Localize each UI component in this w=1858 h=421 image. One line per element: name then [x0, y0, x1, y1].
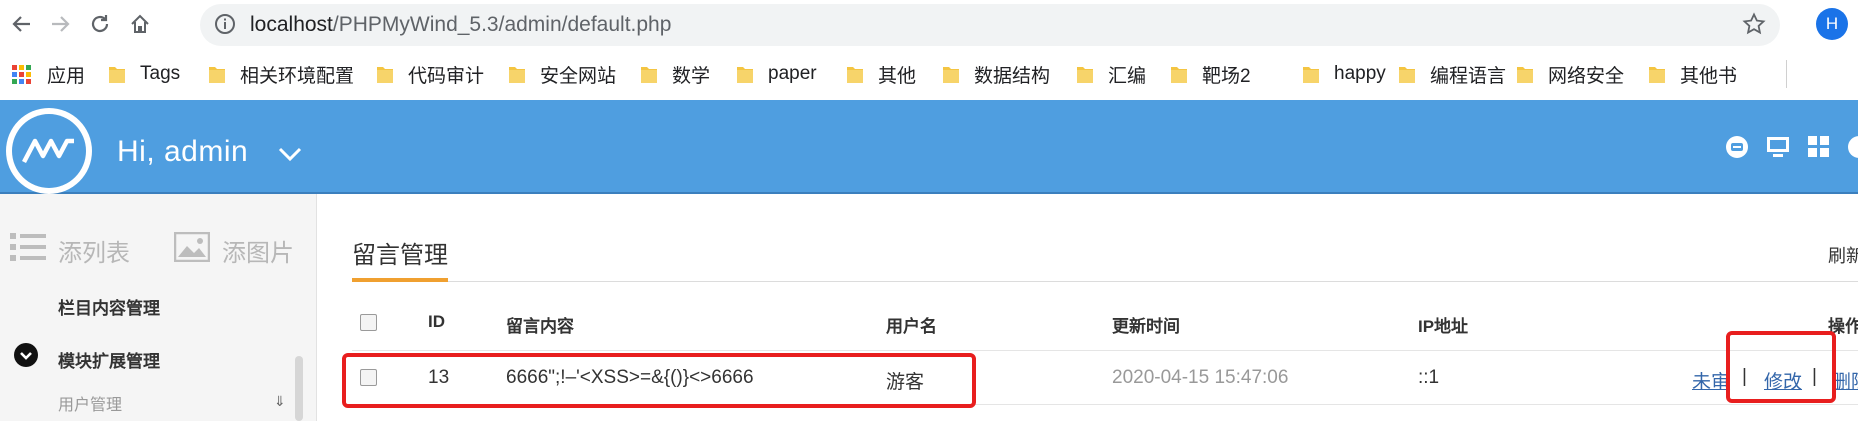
grid-icon[interactable] — [1806, 134, 1832, 160]
bookmark-label: 代码审计 — [408, 65, 485, 87]
power-icon[interactable] — [1846, 134, 1858, 160]
column-header-content: 留言内容 — [506, 317, 574, 336]
select-all-checkbox[interactable] — [360, 314, 377, 331]
column-header-id: ID — [428, 312, 445, 331]
folder-icon — [508, 64, 526, 84]
folder-icon — [942, 64, 960, 84]
bookmark-folder[interactable]: 代码审计 — [376, 61, 484, 87]
cell-ip: ::1 — [1418, 367, 1440, 388]
browser-toolbar: localhost/PHPMyWind_5.3/admin/default.ph… — [0, 0, 1858, 48]
bookmark-label: 其他 — [878, 65, 917, 87]
bookmark-label: 网络安全 — [1548, 65, 1625, 87]
column-header-username: 用户名 — [886, 317, 937, 336]
page-title: 留言管理 — [352, 242, 448, 269]
bookmark-label: 汇编 — [1108, 65, 1147, 87]
bookmark-folder[interactable]: 相关环境配置 — [208, 61, 354, 87]
chevron-down-icon[interactable] — [278, 146, 302, 167]
bookmark-label: 安全网站 — [540, 65, 617, 87]
folder-icon — [1302, 64, 1320, 84]
column-header-updated-time: 更新时间 — [1112, 317, 1180, 336]
add-image-label: 添图片 — [222, 240, 294, 267]
apps-icon — [12, 64, 31, 84]
bookmark-folder[interactable]: 数学 — [640, 61, 710, 87]
bookmark-folder[interactable]: 其他书 — [1648, 61, 1737, 87]
refresh-button[interactable]: 刷新 — [1828, 242, 1858, 268]
bookmark-apps[interactable]: 应用 — [12, 61, 85, 87]
folder-icon — [640, 64, 658, 84]
double-chevron-down-icon[interactable]: ⇓ — [274, 393, 286, 410]
add-list-label: 添列表 — [58, 240, 130, 267]
profile-avatar[interactable]: H — [1816, 8, 1848, 40]
bookmark-folder[interactable]: 靶场2 — [1170, 61, 1251, 87]
bookmark-folder[interactable]: paper — [736, 61, 817, 87]
annotation-box-row — [342, 353, 976, 408]
bookmark-folder[interactable]: 数据结构 — [942, 61, 1050, 87]
back-icon[interactable] — [4, 6, 40, 42]
bookmark-label: 其他书 — [1680, 65, 1738, 87]
folder-icon — [736, 64, 754, 84]
url-text: localhost/PHPMyWind_5.3/admin/default.ph… — [250, 13, 671, 37]
image-icon — [173, 231, 211, 269]
folder-icon — [1648, 64, 1666, 84]
add-list-button[interactable]: 添列表 — [10, 232, 130, 269]
info-icon[interactable] — [214, 13, 236, 40]
bookmark-label: 靶场2 — [1202, 65, 1251, 87]
bookmark-label: 相关环境配置 — [240, 65, 355, 87]
title-divider — [352, 281, 1858, 282]
list-icon — [10, 232, 46, 269]
folder-icon — [1170, 64, 1188, 84]
folder-icon — [1076, 64, 1094, 84]
folder-icon — [1398, 64, 1416, 84]
bookmark-label: Tags — [140, 63, 181, 84]
logo[interactable] — [6, 108, 92, 194]
review-link[interactable]: 未审 — [1692, 367, 1730, 394]
address-bar[interactable]: localhost/PHPMyWind_5.3/admin/default.ph… — [200, 4, 1780, 46]
bookmark-label: 应用 — [47, 65, 86, 87]
column-header-ip: IP地址 — [1418, 317, 1469, 336]
forward-icon[interactable] — [42, 6, 78, 42]
bookmark-folder[interactable]: Tags — [108, 61, 180, 87]
bookmark-label: happy — [1334, 63, 1386, 84]
home-icon[interactable] — [122, 6, 158, 42]
bookmark-label: 数学 — [672, 65, 711, 87]
folder-icon — [376, 64, 394, 84]
message-icon[interactable] — [1724, 134, 1750, 160]
greeting-text[interactable]: Hi, admin — [117, 135, 248, 169]
add-image-button[interactable]: 添图片 — [173, 231, 294, 269]
monitor-icon[interactable] — [1765, 134, 1791, 160]
star-icon[interactable] — [1742, 12, 1766, 41]
bookmark-folder[interactable]: 编程语言 — [1398, 61, 1506, 87]
logo-mark — [12, 114, 86, 188]
folder-icon — [846, 64, 864, 84]
bookmark-folder[interactable]: 汇编 — [1076, 61, 1146, 87]
sidebar-item-module-extension[interactable]: 模块扩展管理 — [58, 347, 160, 372]
bookmark-label: paper — [768, 63, 817, 84]
bookmarks-separator — [1786, 60, 1787, 88]
sidebar-subitem-user-management[interactable]: 用户管理 — [58, 391, 122, 415]
bookmark-folder[interactable]: 其他 — [846, 61, 916, 87]
bookmark-folder[interactable]: 网络安全 — [1516, 61, 1624, 87]
sidebar-item-column-content[interactable]: 栏目内容管理 — [58, 294, 160, 319]
url-host: localhost — [250, 13, 333, 36]
bookmark-folder[interactable]: 安全网站 — [508, 61, 616, 87]
url-path: /PHPMyWind_5.3/admin/default.php — [332, 13, 672, 36]
reload-icon[interactable] — [82, 6, 118, 42]
bookmark-label: 数据结构 — [974, 65, 1051, 87]
folder-icon — [1516, 64, 1534, 84]
table-header-divider — [352, 350, 1858, 351]
folder-icon — [208, 64, 226, 84]
sidebar-scrollbar[interactable] — [295, 356, 303, 421]
cell-updated-time: 2020-04-15 15:47:06 — [1112, 367, 1289, 388]
folder-icon — [108, 64, 126, 84]
annotation-box-edit — [1726, 331, 1836, 403]
bookmark-label: 编程语言 — [1430, 65, 1507, 87]
collapse-toggle-icon[interactable] — [14, 343, 38, 367]
active-tab-indicator — [352, 278, 448, 282]
bookmark-folder[interactable]: happy — [1302, 61, 1386, 87]
